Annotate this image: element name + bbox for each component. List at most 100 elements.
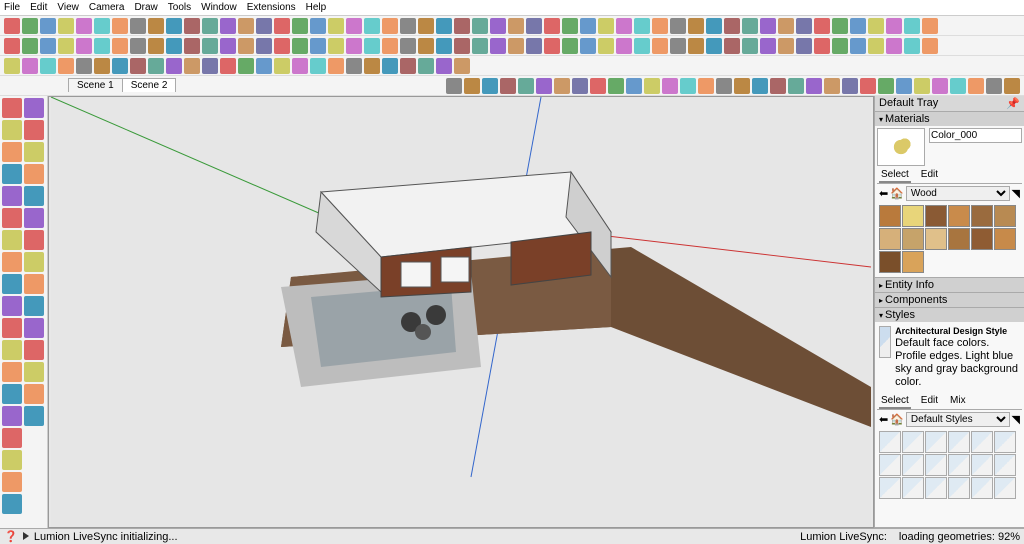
tool-icon[interactable] [24, 296, 44, 316]
tool-icon[interactable] [2, 186, 22, 206]
toolbar-icon[interactable] [868, 18, 884, 34]
tool-icon[interactable] [2, 428, 22, 448]
toolbar-icon[interactable] [292, 38, 308, 54]
menu-tools[interactable]: Tools [168, 2, 191, 13]
details-icon[interactable]: ◥ [1012, 187, 1020, 200]
toolbar-icon[interactable] [446, 78, 462, 94]
tool-icon[interactable] [2, 120, 22, 140]
material-swatch[interactable] [948, 205, 970, 227]
toolbar-icon[interactable] [796, 18, 812, 34]
toolbar-icon[interactable] [652, 38, 668, 54]
tool-icon[interactable] [24, 252, 44, 272]
toolbar-icon[interactable] [842, 78, 858, 94]
toolbar-icon[interactable] [364, 38, 380, 54]
scene-tab[interactable]: Scene 1 [68, 78, 123, 92]
help-icon[interactable]: ❓ [4, 531, 18, 543]
components-title[interactable]: Components [875, 293, 1024, 307]
material-swatch[interactable] [879, 205, 901, 227]
tool-icon[interactable] [24, 186, 44, 206]
style-thumbnail[interactable] [902, 454, 924, 476]
styles-title[interactable]: Styles [875, 308, 1024, 322]
material-swatch[interactable] [994, 228, 1016, 250]
toolbar-icon[interactable] [706, 18, 722, 34]
toolbar-icon[interactable] [860, 78, 876, 94]
toolbar-icon[interactable] [680, 78, 696, 94]
toolbar-icon[interactable] [364, 58, 380, 74]
tool-icon[interactable] [24, 406, 44, 426]
tool-icon[interactable] [2, 274, 22, 294]
menu-help[interactable]: Help [306, 2, 327, 13]
toolbar-icon[interactable] [184, 58, 200, 74]
material-swatch[interactable] [925, 228, 947, 250]
toolbar-icon[interactable] [490, 38, 506, 54]
toolbar-icon[interactable] [346, 38, 362, 54]
style-thumbnail[interactable] [971, 431, 993, 453]
toolbar-icon[interactable] [112, 18, 128, 34]
toolbar-icon[interactable] [130, 58, 146, 74]
toolbar-icon[interactable] [148, 18, 164, 34]
toolbar-icon[interactable] [634, 38, 650, 54]
toolbar-icon[interactable] [238, 38, 254, 54]
toolbar-icon[interactable] [832, 38, 848, 54]
material-swatch[interactable] [971, 228, 993, 250]
toolbar-icon[interactable] [436, 58, 452, 74]
toolbar-icon[interactable] [274, 18, 290, 34]
toolbar-icon[interactable] [256, 58, 272, 74]
material-name-input[interactable] [929, 128, 1022, 143]
material-swatch[interactable] [971, 205, 993, 227]
toolbar-icon[interactable] [166, 38, 182, 54]
toolbar-icon[interactable] [40, 18, 56, 34]
toolbar-icon[interactable] [562, 18, 578, 34]
style-thumbnail[interactable] [902, 431, 924, 453]
toolbar-icon[interactable] [886, 38, 902, 54]
entity-info-title[interactable]: Entity Info [875, 278, 1024, 292]
tool-icon[interactable] [24, 384, 44, 404]
tool-icon[interactable] [2, 384, 22, 404]
toolbar-icon[interactable] [238, 58, 254, 74]
toolbar-icon[interactable] [22, 38, 38, 54]
style-thumbnail[interactable] [925, 431, 947, 453]
subtab[interactable]: Select [879, 168, 911, 183]
toolbar-icon[interactable] [554, 78, 570, 94]
toolbar-icon[interactable] [508, 18, 524, 34]
toolbar-icon[interactable] [418, 18, 434, 34]
style-thumbnail[interactable] [971, 477, 993, 499]
toolbar-icon[interactable] [328, 38, 344, 54]
toolbar-icon[interactable] [112, 38, 128, 54]
tool-icon[interactable] [24, 318, 44, 338]
tool-icon[interactable] [2, 142, 22, 162]
toolbar-icon[interactable] [220, 58, 236, 74]
tool-icon[interactable] [2, 164, 22, 184]
toolbar-icon[interactable] [922, 38, 938, 54]
style-preview[interactable] [879, 326, 891, 358]
toolbar-icon[interactable] [274, 38, 290, 54]
style-thumbnail[interactable] [948, 477, 970, 499]
tool-icon[interactable] [2, 406, 22, 426]
menu-window[interactable]: Window [201, 2, 237, 13]
toolbar-icon[interactable] [202, 38, 218, 54]
toolbar-icon[interactable] [400, 58, 416, 74]
toolbar-icon[interactable] [590, 78, 606, 94]
toolbar-icon[interactable] [850, 38, 866, 54]
material-swatch[interactable] [879, 228, 901, 250]
toolbar-icon[interactable] [536, 78, 552, 94]
tool-icon[interactable] [2, 296, 22, 316]
toolbar-icon[interactable] [436, 18, 452, 34]
toolbar-icon[interactable] [94, 58, 110, 74]
toolbar-icon[interactable] [40, 58, 56, 74]
toolbar-icon[interactable] [76, 58, 92, 74]
toolbar-icon[interactable] [544, 18, 560, 34]
toolbar-icon[interactable] [464, 78, 480, 94]
toolbar-icon[interactable] [788, 78, 804, 94]
toolbar-icon[interactable] [500, 78, 516, 94]
toolbar-icon[interactable] [544, 38, 560, 54]
toolbar-icon[interactable] [58, 18, 74, 34]
toolbar-icon[interactable] [716, 78, 732, 94]
toolbar-icon[interactable] [40, 38, 56, 54]
style-thumbnail[interactable] [994, 431, 1016, 453]
toolbar-icon[interactable] [518, 78, 534, 94]
toolbar-icon[interactable] [706, 38, 722, 54]
toolbar-icon[interactable] [310, 38, 326, 54]
viewport-canvas[interactable] [48, 96, 874, 528]
toolbar-icon[interactable] [220, 38, 236, 54]
